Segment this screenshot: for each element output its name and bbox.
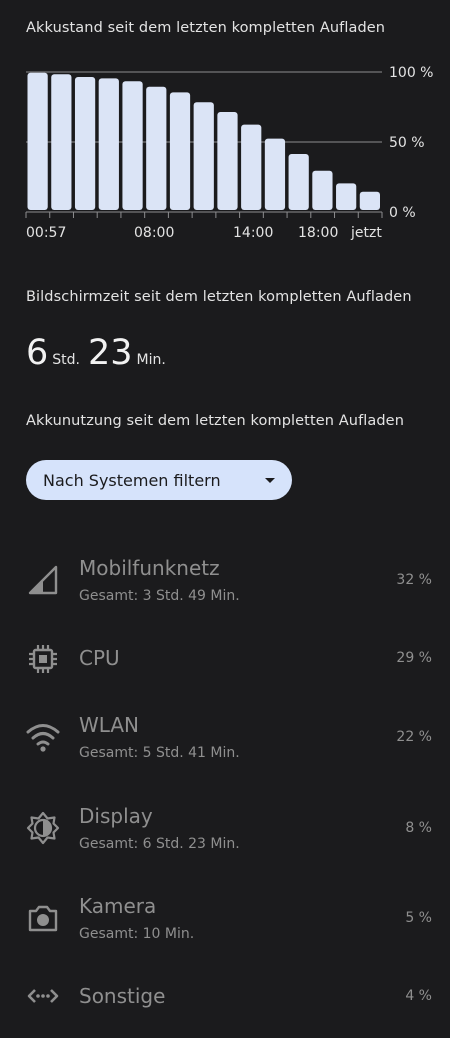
usage-item-title: Mobilfunknetz [79,556,220,580]
chart-bar [241,124,262,210]
screen-time-minutes-unit: Min. [136,352,166,368]
filter-dropdown-label: Nach Systemen filtern [43,470,221,490]
chart-bar [74,77,96,210]
camera-icon [28,905,58,932]
chart-bar [359,191,380,210]
filter-dropdown[interactable]: Nach Systemen filtern [26,460,292,500]
usage-item-title: WLAN [79,713,140,737]
usage-item-subtitle: Gesamt: 6 Std. 23 Min. [79,836,240,852]
chart-y-tick-label: 50 % [389,135,425,151]
usage-item-title: Kamera [79,894,157,918]
chart-x-tick-label: 18:00 [298,225,338,241]
usage-item-other[interactable]: Sonstige 4 % [0,978,450,1018]
dropdown-arrow-icon [265,477,275,483]
usage-item-display[interactable]: Display Gesamt: 6 Std. 23 Min. 8 % [0,798,450,868]
usage-item-cpu[interactable]: CPU 29 % [0,640,450,680]
chart-bar [336,183,357,210]
chart-y-tick-label: 100 % [389,65,433,81]
usage-item-mobile-network[interactable]: Mobilfunknetz Gesamt: 3 Std. 49 Min. 32 … [0,550,450,620]
battery-level-header: Akkustand seit dem letzten kompletten Au… [26,20,386,36]
screen-time-hours-unit: Std. [52,352,80,368]
chart-bar [51,74,72,210]
usage-item-percent: 5 % [405,910,432,926]
code-icon [27,989,59,1003]
usage-item-title: Sonstige [79,984,166,1008]
brightness-icon [26,811,60,845]
signal-icon [28,565,58,595]
chart-bar [122,81,143,210]
usage-item-percent: 8 % [405,820,432,836]
usage-item-percent: 4 % [405,988,432,1004]
cpu-icon [29,645,57,673]
usage-item-title: Display [79,804,153,828]
chart-y-tick-label: 0 % [389,205,416,221]
usage-item-subtitle: Gesamt: 3 Std. 49 Min. [79,588,240,604]
chart-x-tick-label: jetzt [350,225,382,241]
screen-time-hours: 6 [26,333,49,373]
chart-bar [98,78,119,211]
usage-item-camera[interactable]: Kamera Gesamt: 10 Min. 5 % [0,888,450,958]
chart-bar [146,86,167,210]
usage-item-wlan[interactable]: WLAN Gesamt: 5 Std. 41 Min. 22 % [0,707,450,777]
screen-time-value: 6 Std. 23 Min. [26,333,174,373]
chart-x-tick-label: 08:00 [134,225,174,241]
usage-item-subtitle: Gesamt: 10 Min. [79,926,195,942]
wifi-icon [26,724,60,752]
usage-item-percent: 32 % [396,572,432,588]
chart-bar [27,72,48,210]
chart-x-tick-label: 14:00 [233,225,273,241]
screen-time-minutes: 23 [88,333,133,373]
chart-bar [217,112,238,210]
chart-bar [264,138,286,210]
usage-item-percent: 29 % [396,650,432,666]
chart-bar [312,170,333,210]
usage-item-subtitle: Gesamt: 5 Std. 41 Min. [79,745,240,761]
usage-item-percent: 22 % [396,729,432,745]
battery-usage-header: Akkunutzung seit dem letzten kompletten … [26,413,404,429]
chart-x-tick-label: 00:57 [26,225,66,241]
chart-bar [169,92,191,210]
screen-time-header: Bildschirmzeit seit dem letzten komplett… [26,289,412,305]
usage-item-title: CPU [79,646,120,670]
chart-bar [288,154,309,210]
chart-bar [193,102,214,210]
battery-level-chart: 100 % 50 % 0 % 00:57 08:00 14:00 18:00 jetzt [25,65,433,241]
